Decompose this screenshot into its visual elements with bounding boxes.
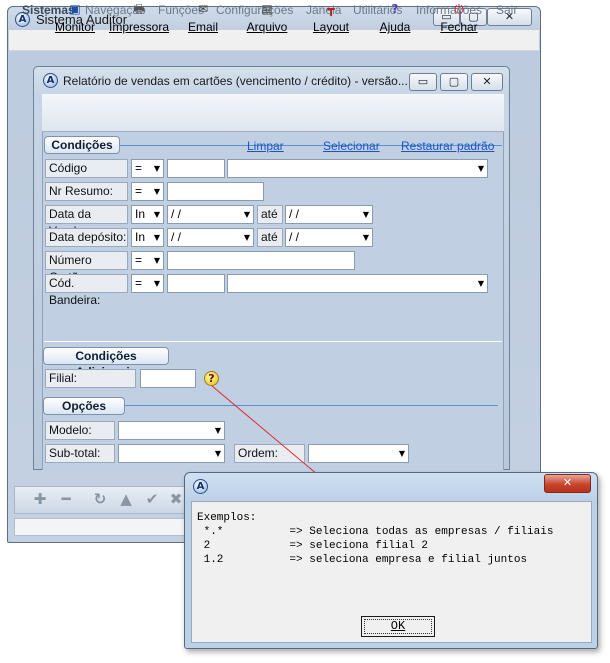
ok-button[interactable]: OK — [361, 616, 435, 637]
close-icon: ✕ — [562, 476, 573, 489]
pointer-arrow-line — [211, 385, 331, 486]
dialog-close-button[interactable]: ✕ — [544, 474, 591, 493]
dialog-icon: A — [193, 479, 208, 494]
examples-heading: Exemplos: — [197, 512, 257, 524]
example-line-all: *.* => Seleciona todas as empresas / fil… — [197, 526, 554, 538]
example-line-empresa-filial: 1.2 => seleciona empresa e filial juntos — [197, 554, 528, 566]
example-line-filial: 2 => seleciona filial 2 — [197, 540, 429, 552]
